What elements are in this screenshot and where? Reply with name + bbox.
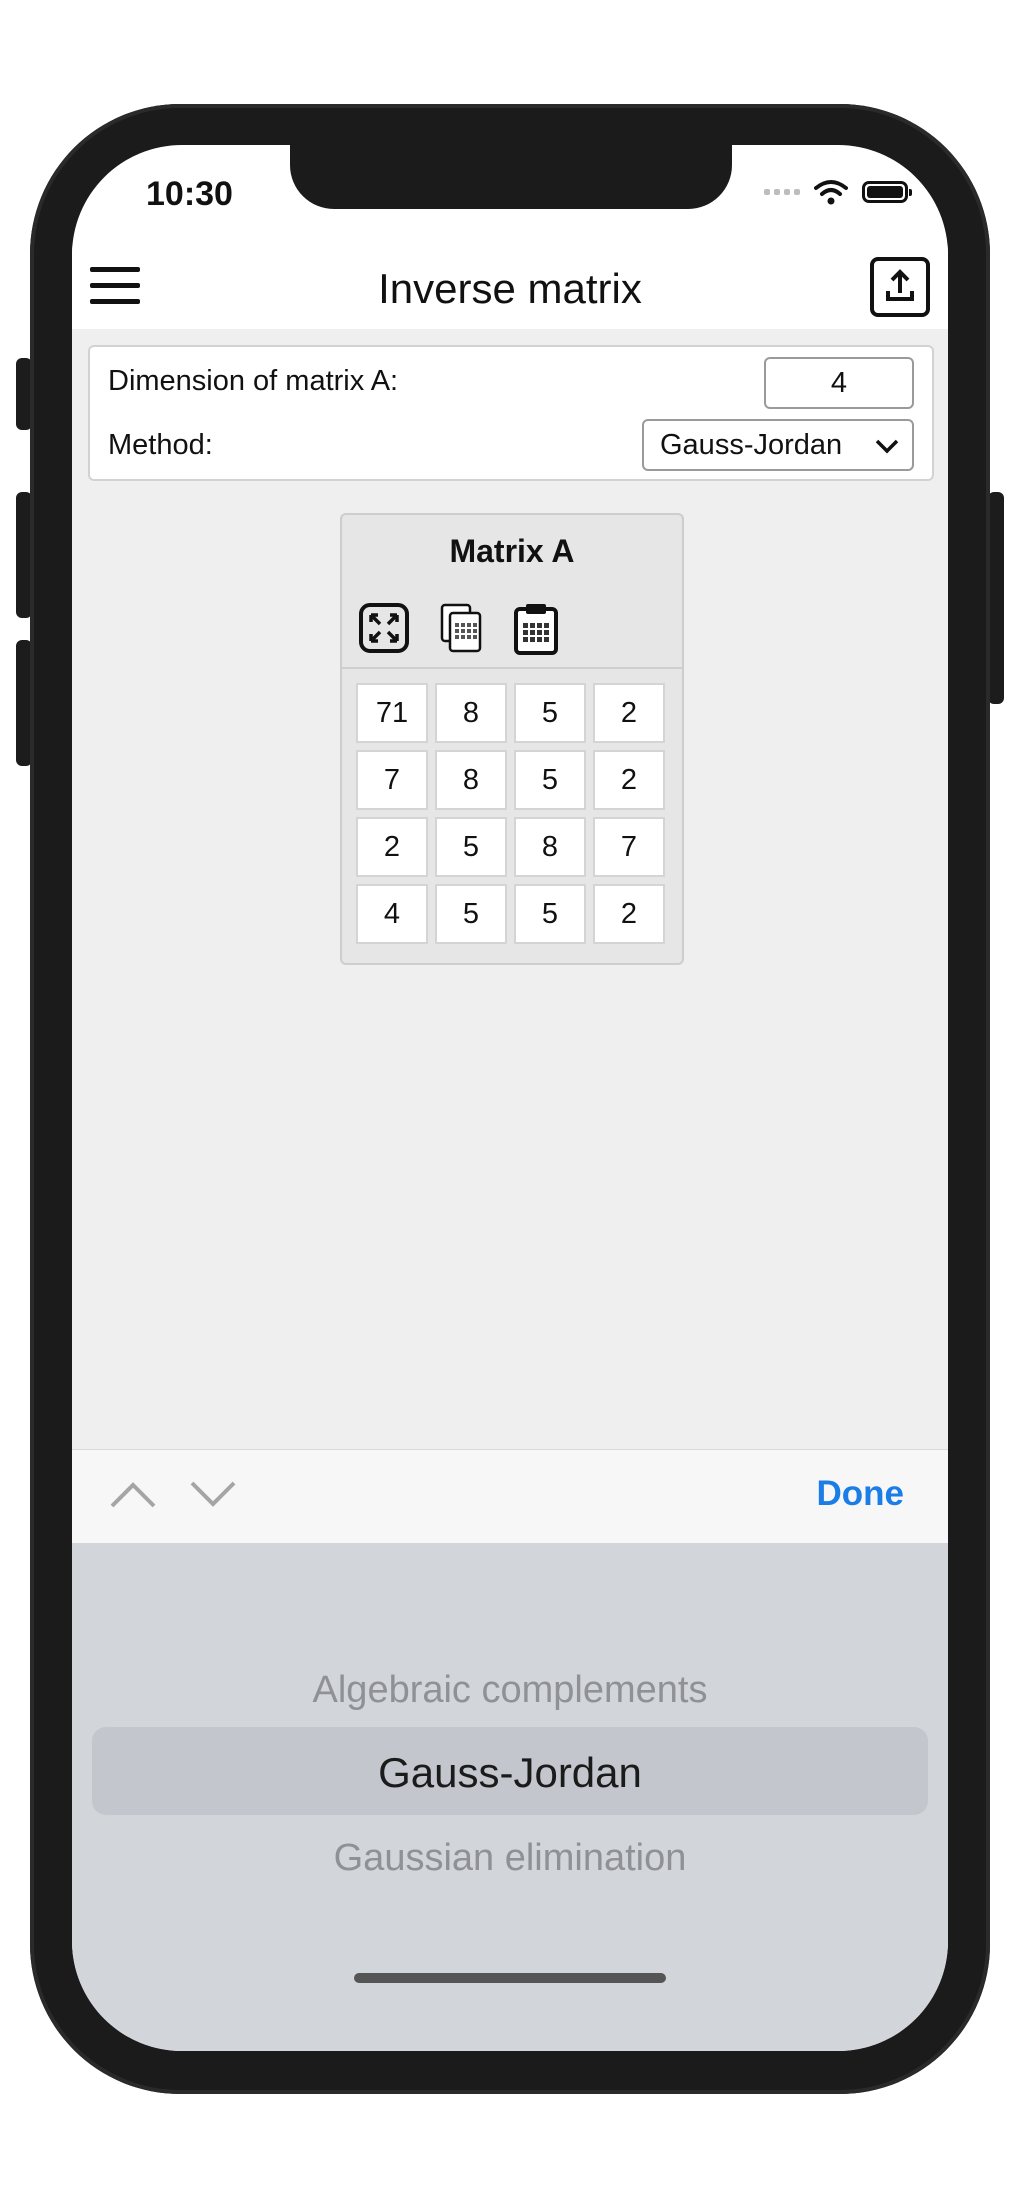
- dimension-label: Dimension of matrix A:: [108, 365, 399, 397]
- matrix-cell[interactable]: 5: [435, 884, 507, 944]
- matrix-cell[interactable]: 71: [356, 683, 428, 743]
- paste-icon[interactable]: [510, 601, 562, 655]
- dimension-input[interactable]: 4: [764, 357, 914, 409]
- matrix-cell[interactable]: 4: [356, 884, 428, 944]
- home-indicator: [354, 1973, 666, 1983]
- picker-option[interactable]: Algebraic complements: [72, 1669, 948, 1712]
- matrix-title: Matrix A: [449, 533, 575, 569]
- method-select[interactable]: Gauss-Jordan: [642, 419, 914, 471]
- status-icons: [764, 179, 912, 205]
- matrix-cell[interactable]: 2: [356, 817, 428, 877]
- chevron-up-icon[interactable]: [108, 1476, 158, 1512]
- matrix-cell[interactable]: 8: [514, 817, 586, 877]
- matrix-cell[interactable]: 2: [593, 750, 665, 810]
- share-button[interactable]: [870, 257, 930, 317]
- matrix-cell[interactable]: 7: [593, 817, 665, 877]
- matrix-grid: 71 8 5 2 7 8 5 2 2 5 8 7 4 5 5 2: [356, 683, 665, 944]
- nav-bar: Inverse matrix: [72, 245, 948, 329]
- cellular-signal-icon: [764, 189, 800, 195]
- keyboard-accessory-bar: Done: [72, 1449, 948, 1544]
- matrix-cell[interactable]: 2: [593, 884, 665, 944]
- wifi-icon: [814, 180, 848, 205]
- power-button: [988, 492, 1004, 704]
- matrix-cell[interactable]: 5: [435, 817, 507, 877]
- share-icon: [886, 269, 914, 301]
- matrix-cell[interactable]: 2: [593, 683, 665, 743]
- battery-icon: [862, 181, 912, 203]
- method-label: Method:: [108, 429, 213, 461]
- copy-icon[interactable]: [438, 601, 490, 655]
- picker-option[interactable]: Gaussian elimination: [72, 1837, 948, 1880]
- done-button[interactable]: Done: [817, 1474, 905, 1514]
- settings-panel: Dimension of matrix A: 4 Method: Gauss-J…: [88, 345, 934, 481]
- matrix-a-card: Matrix A 71 8 5 2 7 8 5 2 2 5 8 7 4 5 5 …: [340, 513, 684, 965]
- screen: 10:30 Inverse matrix Dimension of matrix…: [72, 145, 948, 2051]
- method-picker[interactable]: Algebraic complements Gauss-Jordan Gauss…: [72, 1543, 948, 2051]
- matrix-divider: [342, 667, 682, 669]
- matrix-cell[interactable]: 5: [514, 884, 586, 944]
- matrix-cell[interactable]: 8: [435, 750, 507, 810]
- notch: [290, 145, 732, 209]
- matrix-cell[interactable]: 5: [514, 750, 586, 810]
- matrix-cell[interactable]: 7: [356, 750, 428, 810]
- method-select-value: Gauss-Jordan: [660, 429, 843, 461]
- chevron-down-icon: [875, 439, 899, 454]
- page-title: Inverse matrix: [378, 265, 642, 312]
- status-time: 10:30: [146, 175, 233, 213]
- picker-option-selected[interactable]: Gauss-Jordan: [72, 1749, 948, 1797]
- expand-icon[interactable]: [358, 601, 410, 655]
- matrix-cell[interactable]: 8: [435, 683, 507, 743]
- chevron-down-icon[interactable]: [188, 1476, 238, 1512]
- matrix-cell[interactable]: 5: [514, 683, 586, 743]
